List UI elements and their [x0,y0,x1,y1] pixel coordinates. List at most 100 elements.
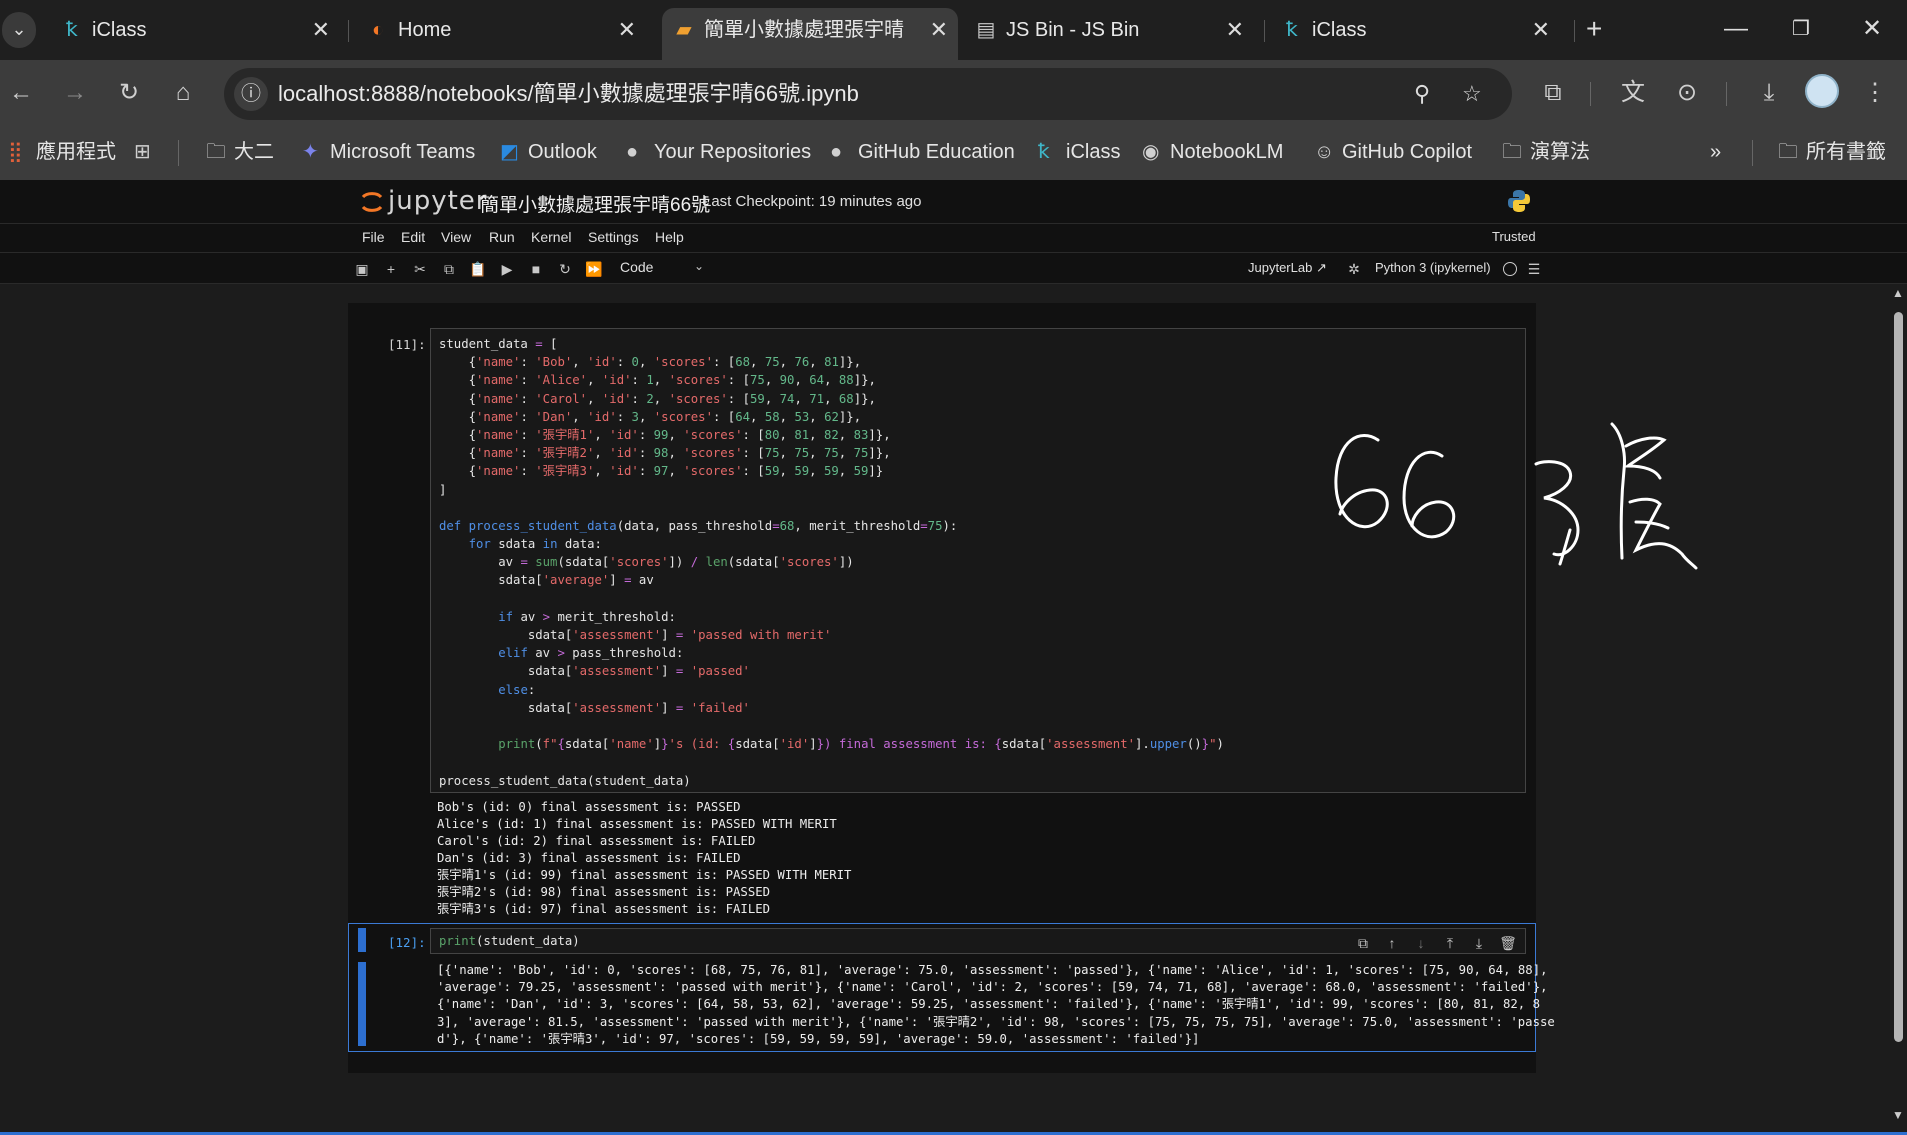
zoom-icon[interactable]: ⚲ [1414,77,1430,111]
scroll-down-icon[interactable]: ▼ [1892,1108,1904,1122]
tab-search-button[interactable]: ⌄ [2,12,36,48]
close-tab-icon[interactable]: ✕ [1226,8,1244,52]
code-line[interactable]: print(student_data) [439,932,580,950]
output-collapser[interactable] [358,962,366,1046]
delete-cell-icon[interactable]: 🗑 [1497,932,1519,954]
notebook-scrollbar[interactable]: ▲ ▼ [1890,284,1907,1132]
bookmark-folder-dae[interactable]: 🗀 大二 [206,138,274,166]
kernel-name[interactable]: Python 3 (ipykernel) [1375,260,1491,275]
code-line[interactable] [439,499,1224,517]
close-tab-icon[interactable]: ✕ [930,8,948,52]
minimize-icon[interactable]: — [1724,12,1748,46]
insert-below-icon[interactable]: ⤓ [1468,932,1490,954]
close-tab-icon[interactable]: ✕ [1532,8,1550,52]
code-line[interactable]: if av > merit_threshold: [439,608,1224,626]
code-line[interactable] [439,753,1224,771]
menu-view[interactable]: View [441,229,471,245]
save-icon[interactable]: ▣ [352,259,372,279]
browser-tab-4[interactable]: ▤ JS Bin - JS Bin ✕ [964,8,1254,60]
browser-tab-1[interactable]: ꝁ iClass ✕ [50,8,340,60]
bookmark-your-repositories[interactable]: ● Your Repositories [626,138,811,166]
close-tab-icon[interactable]: ✕ [312,8,330,52]
download-icon[interactable]: ⤓ [1752,76,1786,110]
code-line[interactable]: student_data = [ [439,335,1224,353]
bookmark-iclass[interactable]: ꝁ iClass [1038,138,1120,166]
forward-icon[interactable]: → [58,76,92,110]
cut-icon[interactable]: ✂ [410,259,430,279]
code-line[interactable]: sdata['average'] = av [439,571,1224,589]
code-line[interactable]: {'name': '張宇晴2', 'id': 98, 'scores': [75… [439,444,1224,462]
code-line[interactable]: av = sum(sdata['scores']) / len(sdata['s… [439,553,1224,571]
cell-type-select[interactable]: Code [620,259,653,275]
bookmark-all-bookmarks[interactable]: 🗀 所有書籤 [1778,138,1886,166]
browser-tab-5[interactable]: ꝁ iClass ✕ [1270,8,1560,60]
input-collapser[interactable] [358,928,366,952]
code-line[interactable]: {'name': 'Dan', 'id': 3, 'scores': [64, … [439,408,1224,426]
bookmark-apps[interactable]: ⣿ 應用程式 [8,138,116,166]
code-line[interactable]: ] [439,481,1224,499]
translate-icon[interactable]: 文 [1616,76,1650,110]
bookmark-github-copilot[interactable]: ☺ GitHub Copilot [1314,138,1472,166]
code-line[interactable]: sdata['assessment'] = 'passed with merit… [439,626,1224,644]
code-line[interactable]: def process_student_data(data, pass_thre… [439,517,1224,535]
chevron-down-icon[interactable]: ⌄ [694,259,704,273]
browser-tab-2[interactable]: ◐ Home ✕ [356,8,646,60]
paste-icon[interactable]: 📋 [468,259,488,279]
cell-12-code[interactable]: print(student_data) [439,932,580,950]
hamburger-menu-icon[interactable]: ☰ [1524,259,1544,279]
back-icon[interactable]: ← [4,76,38,110]
home-icon[interactable]: ⌂ [166,76,200,110]
move-up-icon[interactable]: ↑ [1381,932,1403,954]
screenshot-icon[interactable]: ⊙ [1670,76,1704,110]
menu-run[interactable]: Run [489,229,515,245]
code-line[interactable]: {'name': 'Bob', 'id': 0, 'scores': [68, … [439,353,1224,371]
jupyterlab-link[interactable]: JupyterLab ↗ [1248,260,1327,276]
notebook-title[interactable]: 簡單小數據處理張宇晴66號 [480,190,710,217]
cell-11-code[interactable]: student_data = [ {'name': 'Bob', 'id': 0… [439,335,1224,790]
code-line[interactable]: print(f"{sdata['name']}'s (id: {sdata['i… [439,735,1224,753]
close-window-icon[interactable]: ✕ [1862,12,1882,46]
menu-file[interactable]: File [362,229,385,245]
bookmark-notebooklm[interactable]: ◉ NotebookLM [1142,138,1283,166]
code-line[interactable]: process_student_data(student_data) [439,772,1224,790]
insert-cell-icon[interactable]: + [381,259,401,279]
address-bar[interactable]: ⓘ localhost:8888/notebooks/簡單小數據處理張宇晴66號… [224,68,1512,120]
bookmark-outlook[interactable]: ◩ Outlook [500,138,597,166]
copy-icon[interactable]: ⧉ [439,259,459,279]
bookmark-star-icon[interactable]: ☆ [1462,77,1482,111]
code-line[interactable]: elif av > pass_threshold: [439,644,1224,662]
site-info-icon[interactable]: ⓘ [234,77,268,111]
trusted-indicator[interactable]: Trusted [1492,229,1536,244]
run-icon[interactable]: ▶ [497,259,517,279]
duplicate-cell-icon[interactable]: ⧉ [1352,932,1374,954]
code-line[interactable]: {'name': 'Alice', 'id': 1, 'scores': [75… [439,371,1224,389]
restart-run-all-icon[interactable]: ⏩ [584,259,604,279]
insert-above-icon[interactable]: ⤒ [1439,932,1461,954]
menu-edit[interactable]: Edit [401,229,425,245]
code-line[interactable] [439,590,1224,608]
move-down-icon[interactable]: ↓ [1410,932,1432,954]
code-line[interactable]: for sdata in data: [439,535,1224,553]
menu-help[interactable]: Help [655,229,684,245]
restore-icon[interactable]: ❐ [1792,12,1810,46]
bookmark-teams[interactable]: ✦ Microsoft Teams [302,138,475,166]
extensions-icon[interactable]: ⧉ [1536,76,1570,110]
scrollbar-thumb[interactable] [1894,312,1903,1042]
debugger-icon[interactable]: ✲ [1344,259,1364,279]
code-line[interactable] [439,717,1224,735]
code-line[interactable]: {'name': '張宇晴3', 'id': 97, 'scores': [59… [439,462,1224,480]
bookmark-tab-groups[interactable]: ⊞ [134,138,162,166]
menu-kernel[interactable]: Kernel [531,229,571,245]
bookmark-github-education[interactable]: ● GitHub Education [830,138,1015,166]
jupyter-logo-text[interactable]: jupyter [388,186,487,216]
close-tab-icon[interactable]: ✕ [618,8,636,52]
bookmarks-overflow-icon[interactable]: » [1710,138,1721,166]
menu-settings[interactable]: Settings [588,229,639,245]
code-line[interactable]: else: [439,681,1224,699]
code-line[interactable]: {'name': '張宇晴1', 'id': 99, 'scores': [80… [439,426,1224,444]
code-line[interactable]: {'name': 'Carol', 'id': 2, 'scores': [59… [439,390,1224,408]
browser-tab-3-active[interactable]: ▰ 簡單小數據處理張宇晴66 ✕ [662,8,958,60]
url-text[interactable]: localhost:8888/notebooks/簡單小數據處理張宇晴66號.i… [278,68,859,120]
scroll-up-icon[interactable]: ▲ [1892,286,1904,300]
new-tab-button[interactable]: + [1586,14,1602,44]
